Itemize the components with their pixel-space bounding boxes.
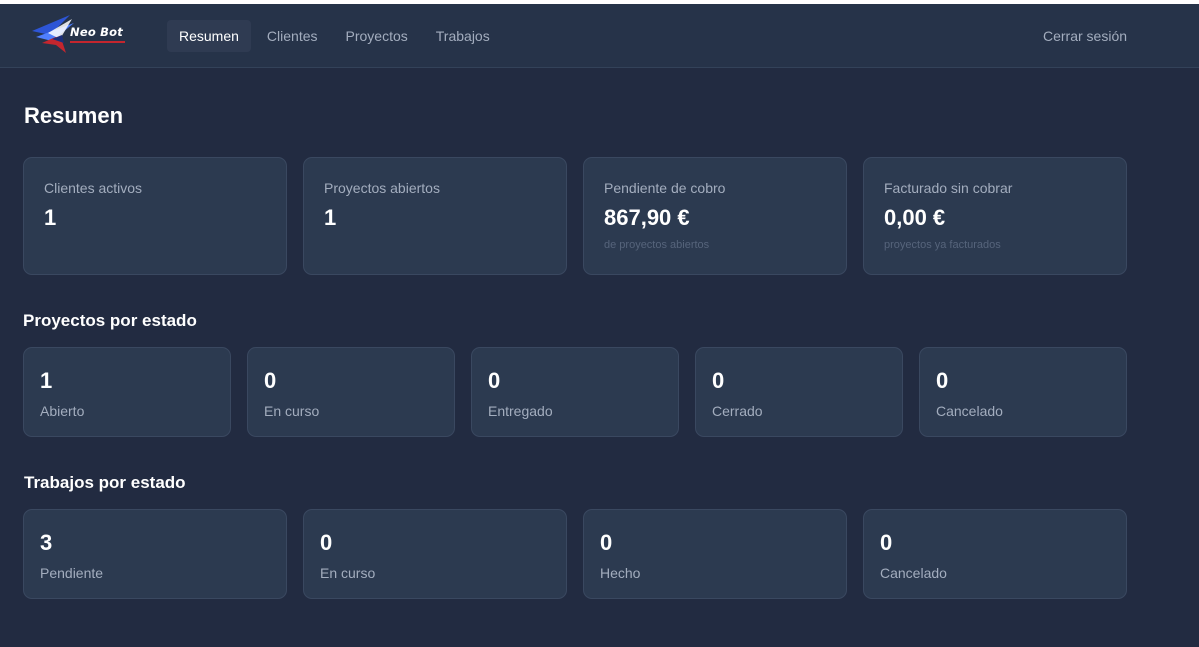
kpi-card-proyectos-abiertos: Proyectos abiertos 1 bbox=[303, 157, 567, 275]
page-title: Resumen bbox=[24, 103, 124, 128]
jobs-status-row: 3 Pendiente 0 En curso 0 Hecho 0 Cancela… bbox=[23, 509, 1127, 599]
project-status-card-abierto: 1 Abierto bbox=[23, 347, 231, 437]
kpi-card-pendiente-cobro: Pendiente de cobro 867,90 € de proyectos… bbox=[583, 157, 847, 275]
job-status-card-pendiente: 3 Pendiente bbox=[23, 509, 287, 599]
status-count: 0 bbox=[488, 368, 501, 393]
nav-resumen[interactable]: Resumen bbox=[167, 20, 251, 52]
kpi-row: Clientes activos 1 Proyectos abiertos 1 … bbox=[23, 157, 1127, 275]
project-status-card-en-curso: 0 En curso bbox=[247, 347, 455, 437]
projects-section-title: Proyectos por estado bbox=[23, 311, 197, 330]
job-status-card-cancelado: 0 Cancelado bbox=[863, 509, 1127, 599]
status-count: 0 bbox=[264, 368, 277, 393]
kpi-label: Pendiente de cobro bbox=[604, 180, 726, 196]
status-count: 0 bbox=[880, 530, 893, 555]
status-count: 0 bbox=[320, 530, 333, 555]
status-label: Hecho bbox=[600, 565, 641, 581]
kpi-card-clientes-activos: Clientes activos 1 bbox=[23, 157, 287, 275]
status-label: Abierto bbox=[40, 403, 85, 419]
brand-logo[interactable]: Neo Bot bbox=[30, 13, 130, 55]
status-label: Pendiente bbox=[40, 565, 104, 581]
navbar: Neo Bot Resumen Clientes Proyectos Traba… bbox=[0, 4, 1199, 68]
status-count: 0 bbox=[712, 368, 725, 393]
kpi-label: Facturado sin cobrar bbox=[884, 180, 1013, 196]
job-status-card-en-curso: 0 En curso bbox=[303, 509, 567, 599]
status-label: Entregado bbox=[488, 403, 553, 419]
status-label: En curso bbox=[320, 565, 376, 581]
jobs-section-title: Trabajos por estado bbox=[24, 473, 186, 492]
nav-trabajos[interactable]: Trabajos bbox=[424, 20, 502, 52]
brand-underline bbox=[70, 41, 125, 43]
kpi-value: 1 bbox=[44, 205, 57, 230]
nav-proyectos[interactable]: Proyectos bbox=[334, 20, 420, 52]
logout-link[interactable]: Cerrar sesión bbox=[1043, 28, 1127, 44]
projects-status-row: 1 Abierto 0 En curso 0 Entregado 0 Cerra… bbox=[23, 347, 1127, 437]
nav-clientes[interactable]: Clientes bbox=[255, 20, 330, 52]
brand-name: Neo Bot bbox=[70, 25, 123, 39]
status-count: 1 bbox=[40, 368, 53, 393]
project-status-card-cerrado: 0 Cerrado bbox=[695, 347, 903, 437]
kpi-subtext: proyectos ya facturados bbox=[884, 239, 1001, 251]
kpi-label: Proyectos abiertos bbox=[324, 180, 440, 196]
status-count: 3 bbox=[40, 530, 53, 555]
kpi-value: 867,90 € bbox=[604, 205, 690, 230]
status-label: Cancelado bbox=[936, 403, 1003, 419]
kpi-subtext: de proyectos abiertos bbox=[604, 239, 710, 251]
kpi-value: 1 bbox=[324, 205, 337, 230]
job-status-card-hecho: 0 Hecho bbox=[583, 509, 847, 599]
main-nav: Resumen Clientes Proyectos Trabajos bbox=[167, 20, 506, 52]
project-status-card-entregado: 0 Entregado bbox=[471, 347, 679, 437]
status-label: En curso bbox=[264, 403, 320, 419]
project-status-card-cancelado: 0 Cancelado bbox=[919, 347, 1127, 437]
kpi-card-facturado-sin-cobrar: Facturado sin cobrar 0,00 € proyectos ya… bbox=[863, 157, 1127, 275]
status-label: Cancelado bbox=[880, 565, 947, 581]
kpi-label: Clientes activos bbox=[44, 180, 143, 196]
kpi-value: 0,00 € bbox=[884, 205, 946, 230]
status-label: Cerrado bbox=[712, 403, 763, 419]
status-count: 0 bbox=[936, 368, 949, 393]
status-count: 0 bbox=[600, 530, 613, 555]
